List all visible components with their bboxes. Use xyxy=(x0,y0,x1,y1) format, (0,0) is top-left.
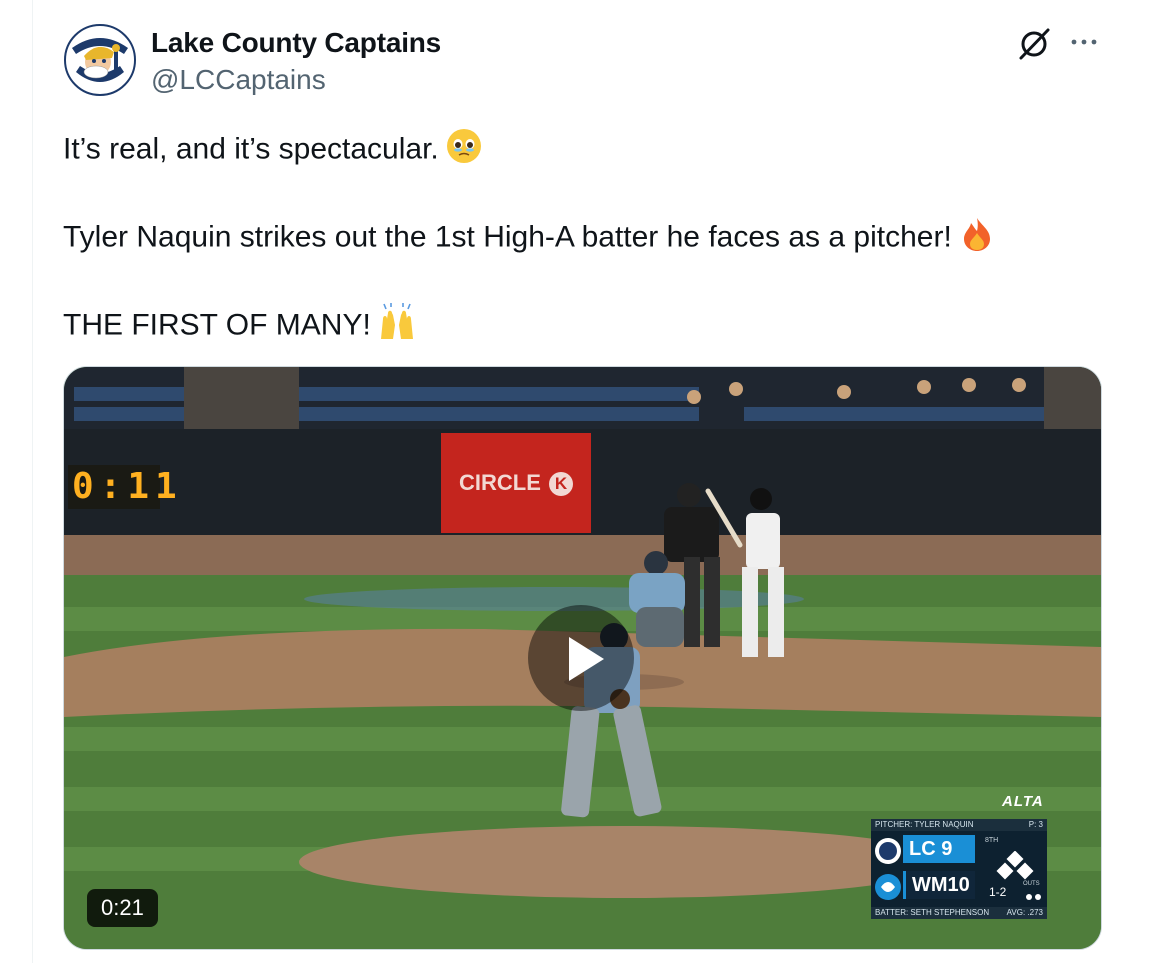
tweet-line-2: Tyler Naquin strikes out the 1st High-A … xyxy=(63,215,996,262)
sponsor-sign: CIRCLE K xyxy=(441,433,591,533)
username[interactable]: @LCCaptains xyxy=(151,64,326,96)
more-icon[interactable] xyxy=(1068,30,1100,54)
tweet-line-3: THE FIRST OF MANY! xyxy=(63,303,417,350)
scorebug: PITCHER: TYLER NAQUIN P: 3 LC 9 WM10 8TH… xyxy=(871,819,1047,919)
video-player[interactable]: 0:11 CIRCLE K ALTA PITCHER: TYLER NAQUIN… xyxy=(63,366,1102,950)
fire-icon xyxy=(958,215,996,262)
team-wm-runs: 10 xyxy=(947,874,970,896)
bases-diamond-icon xyxy=(996,851,1034,880)
batter-label: BATTER: xyxy=(875,908,909,917)
tweet-line-1: It’s real, and it’s spectacular. xyxy=(63,127,483,174)
captains-logo-icon xyxy=(62,22,138,98)
tweet-line-3-text: THE FIRST OF MANY! xyxy=(63,308,371,342)
pitcher-name: TYLER NAQUIN xyxy=(914,820,974,829)
team-lc-name: LC xyxy=(909,838,936,860)
video-duration-badge: 0:21 xyxy=(87,889,158,927)
display-name[interactable]: Lake County Captains xyxy=(151,27,441,59)
scorebug-batter-row: BATTER: SETH STEPHENSON AVG: .273 xyxy=(871,907,1047,919)
batting-average: AVG: .273 xyxy=(1006,908,1043,917)
play-icon xyxy=(569,637,604,681)
inning: 8TH xyxy=(985,837,999,844)
avatar[interactable] xyxy=(62,22,138,98)
broadcast-logo: ALTA xyxy=(1002,793,1044,810)
tweet-line-2-text: Tyler Naquin strikes out the 1st High-A … xyxy=(63,220,952,254)
outs-label: OUTS xyxy=(1023,881,1040,887)
face-holding-back-tears-icon xyxy=(445,127,483,174)
sponsor-text: CIRCLE xyxy=(458,470,541,495)
raising-hands-icon xyxy=(377,303,417,350)
grok-icon[interactable] xyxy=(1016,26,1054,62)
ball-strike-count: 1-2 xyxy=(989,885,1007,899)
batter-name: SETH STEPHENSON xyxy=(910,908,990,917)
shot-clock: 0:11 xyxy=(68,465,177,509)
timeline-border xyxy=(32,0,33,963)
tweet-line-1-text: It’s real, and it’s spectacular. xyxy=(63,132,439,166)
team-lc-score: LC 9 xyxy=(903,835,975,863)
outs-dots-icon xyxy=(1026,894,1041,900)
pitch-count: P: 3 xyxy=(1028,820,1043,829)
sponsor-mark: K xyxy=(549,472,573,497)
play-button[interactable] xyxy=(528,605,634,711)
scorebug-pitcher-row: PITCHER: TYLER NAQUIN P: 3 xyxy=(871,819,1047,831)
team-wm-name: WM xyxy=(912,874,948,896)
team-lc-runs: 9 xyxy=(941,838,953,860)
team-logos-icon xyxy=(875,838,901,900)
team-wm-score: WM10 xyxy=(903,871,975,899)
pitcher-label: PITCHER: xyxy=(875,820,913,829)
